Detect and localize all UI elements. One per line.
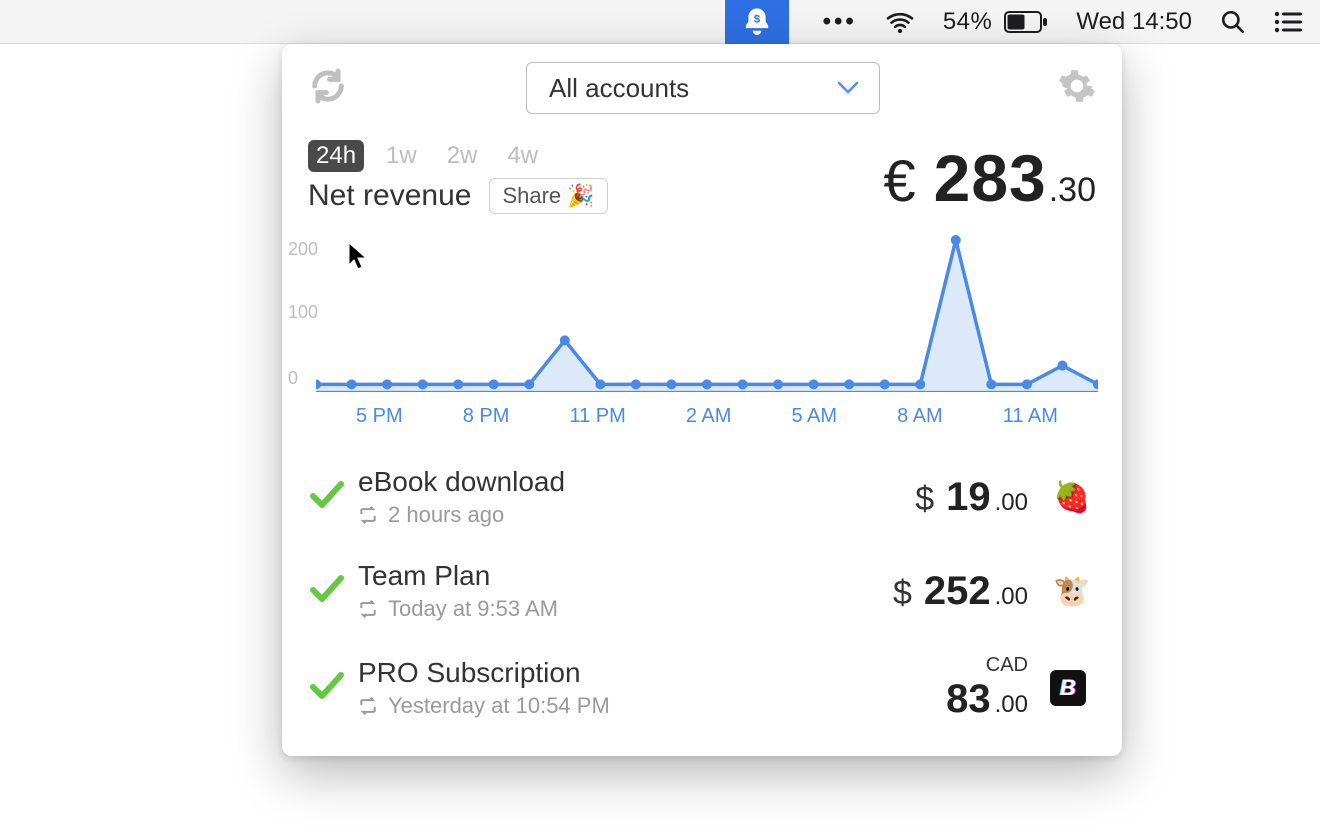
battery-percentage: 54%	[943, 8, 993, 36]
transaction-row[interactable]: Team Plan Today at 9:53 AM $ 252 .00 🐮	[310, 544, 1094, 638]
confetti-icon: 🎉	[567, 183, 594, 209]
battery-icon	[1004, 11, 1048, 33]
x-tick: 8 AM	[897, 405, 943, 428]
menubar-clock[interactable]: Wed 14:50	[1076, 8, 1192, 36]
transaction-list: eBook download 2 hours ago $ 19 .00 🍓 Te…	[282, 432, 1122, 738]
chevron-down-icon	[837, 81, 859, 95]
transaction-time: Today at 9:53 AM	[388, 596, 558, 622]
gear-icon	[1058, 67, 1096, 105]
check-icon	[310, 672, 358, 705]
range-tab-4w[interactable]: 4w	[499, 140, 546, 172]
transaction-title: eBook download	[358, 466, 915, 498]
list-icon[interactable]	[1274, 11, 1302, 33]
range-tab-2w[interactable]: 2w	[439, 140, 486, 172]
transaction-row[interactable]: eBook download 2 hours ago $ 19 .00 🍓	[310, 450, 1094, 544]
recurring-icon	[358, 600, 378, 618]
recurring-icon	[358, 506, 378, 524]
x-tick: 8 PM	[463, 405, 510, 428]
recurring-icon	[358, 697, 378, 715]
currency-symbol: €	[883, 148, 915, 215]
strawberry-icon: 🍓	[1050, 480, 1094, 515]
x-tick: 5 AM	[791, 405, 837, 428]
share-button[interactable]: Share 🎉	[489, 178, 607, 214]
revenue-chart[interactable]: 200 100 0 5 PM 8 PM 11 PM 2 AM 5 AM 8 AM…	[282, 232, 1122, 432]
bell-dollar-icon: $	[742, 7, 772, 37]
menubar-overflow-icon[interactable]: •••	[823, 8, 857, 36]
transaction-amount: $ 252 .00	[893, 569, 1028, 614]
account-selector[interactable]: All accounts	[526, 62, 880, 114]
x-tick: 2 AM	[686, 405, 732, 428]
wifi-icon[interactable]	[885, 10, 915, 34]
y-tick-0: 0	[288, 368, 298, 389]
time-range-tabs: 24h 1w 2w 4w	[308, 140, 883, 172]
revenue-panel: All accounts 24h 1w 2w 4w Net revenue Sh…	[282, 44, 1122, 756]
b-badge-icon: B	[1050, 670, 1094, 706]
amount-decimal: .30	[1049, 171, 1096, 210]
svg-text:$: $	[753, 13, 760, 25]
range-tab-24h[interactable]: 24h	[308, 140, 364, 172]
metric-title: Net revenue	[308, 179, 471, 213]
menubar-app-icon[interactable]: $	[725, 0, 789, 44]
x-tick: 5 PM	[356, 405, 403, 428]
settings-button[interactable]	[1058, 67, 1096, 110]
check-icon	[310, 575, 358, 608]
search-icon[interactable]	[1220, 9, 1246, 35]
transaction-time: Yesterday at 10:54 PM	[388, 693, 610, 719]
range-tab-1w[interactable]: 1w	[378, 140, 425, 172]
transaction-time: 2 hours ago	[388, 502, 504, 528]
transaction-title: Team Plan	[358, 560, 893, 592]
macos-menubar: $ ••• 54% Wed 14:50	[0, 0, 1320, 44]
amount-whole: 283	[934, 140, 1047, 216]
refresh-button[interactable]	[308, 66, 348, 111]
check-icon	[310, 481, 358, 514]
transaction-amount: $ 19 .00	[915, 475, 1028, 520]
transaction-amount: 83 .00	[946, 677, 1028, 722]
net-revenue-amount: € 283 .30	[883, 140, 1096, 216]
account-selector-label: All accounts	[549, 73, 689, 104]
x-tick: 11 PM	[569, 405, 625, 428]
share-button-label: Share	[502, 183, 561, 209]
revenue-chart-svg	[316, 232, 1098, 392]
currency-code: CAD	[986, 654, 1028, 677]
y-tick-200: 200	[288, 239, 318, 260]
transaction-title: PRO Subscription	[358, 657, 946, 689]
x-tick: 11 AM	[1003, 405, 1058, 428]
y-tick-100: 100	[288, 302, 318, 323]
cow-icon: 🐮	[1050, 574, 1094, 609]
x-axis-labels: 5 PM 8 PM 11 PM 2 AM 5 AM 8 AM 11 AM	[316, 405, 1098, 428]
transaction-row[interactable]: PRO Subscription Yesterday at 10:54 PM C…	[310, 638, 1094, 738]
